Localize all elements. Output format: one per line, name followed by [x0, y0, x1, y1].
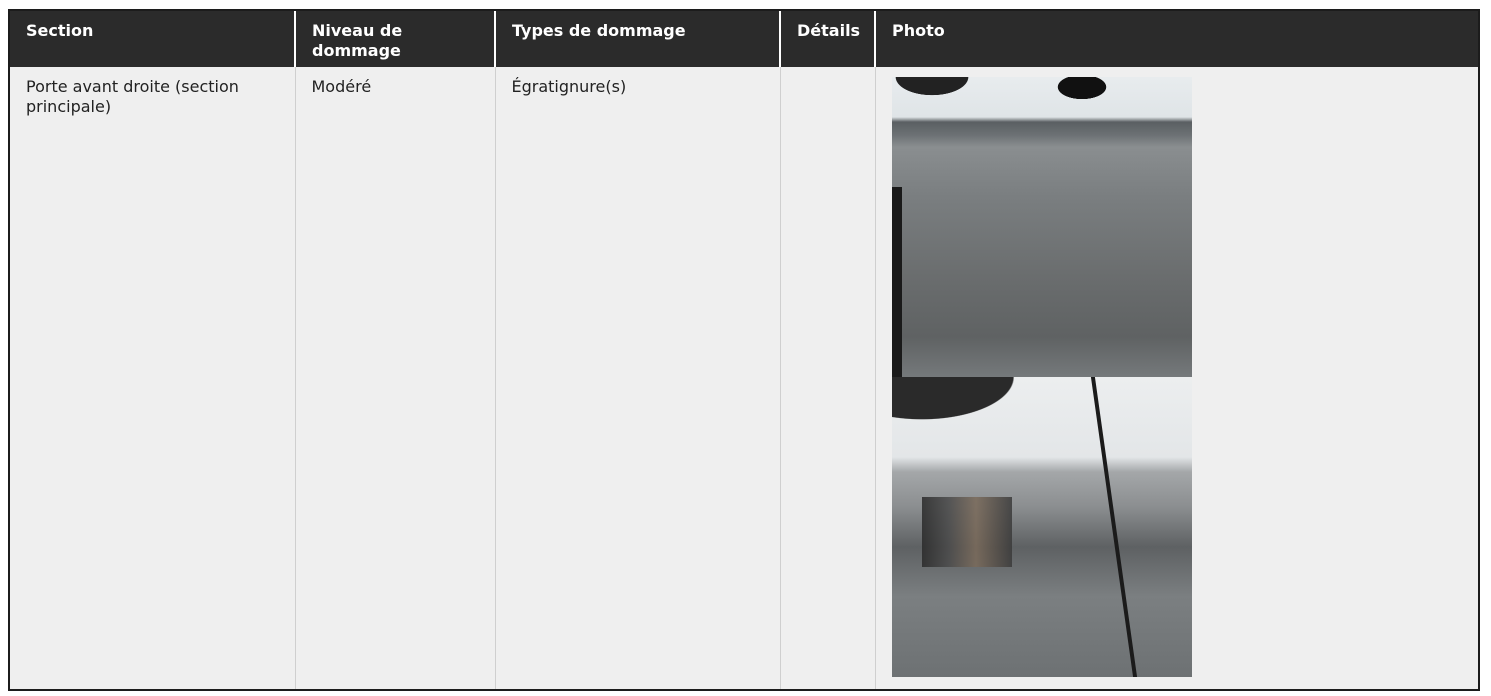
- damage-photo-1[interactable]: [891, 77, 1192, 377]
- damage-photo-2[interactable]: [891, 377, 1192, 677]
- header-details: Détails: [780, 11, 876, 67]
- cell-photo: [875, 67, 1478, 689]
- table-row: Porte avant droite (section principale) …: [10, 67, 1478, 689]
- cell-niveau: Modéré: [295, 67, 496, 689]
- header-section: Section: [10, 11, 296, 67]
- table-header-row: Section Niveau de dommage Types de domma…: [10, 11, 1478, 67]
- cell-section: Porte avant droite (section principale): [10, 67, 296, 689]
- header-types: Types de dommage: [495, 11, 781, 67]
- cell-types: Égratignure(s): [495, 67, 781, 689]
- damage-report-frame: Section Niveau de dommage Types de domma…: [8, 9, 1480, 691]
- header-photo: Photo: [875, 11, 1478, 67]
- cell-details: [780, 67, 876, 689]
- header-niveau: Niveau de dommage: [295, 11, 496, 67]
- damage-table: Section Niveau de dommage Types de domma…: [10, 11, 1478, 689]
